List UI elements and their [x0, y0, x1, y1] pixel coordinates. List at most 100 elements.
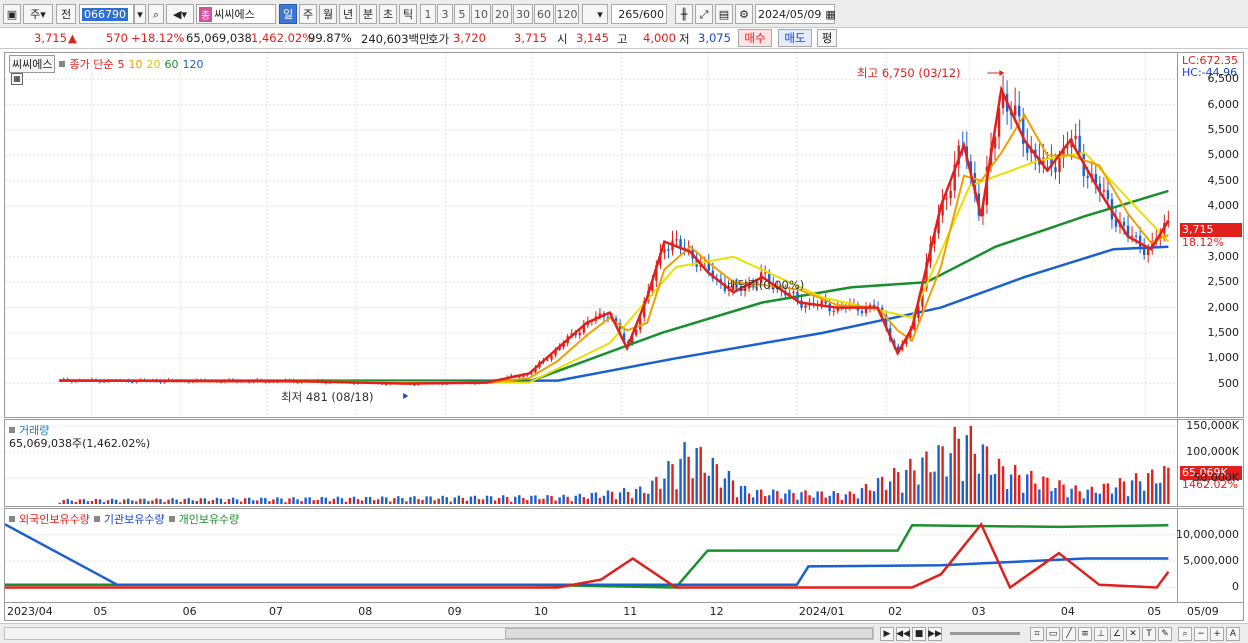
interval-60-button[interactable]: 60: [534, 4, 554, 24]
count-field[interactable]: 265/600: [611, 4, 667, 24]
zoom-out-icon[interactable]: −: [1194, 627, 1208, 641]
stock-name-field[interactable]: 종 씨씨에스: [196, 4, 276, 24]
buy-button[interactable]: 매수: [738, 29, 772, 47]
volume-bar: [514, 496, 517, 504]
holdings-axis[interactable]: 10,000,000 5,000,000 0: [1176, 508, 1244, 603]
text-tool-icon[interactable]: T: [1142, 627, 1156, 641]
volume-bar: [284, 502, 287, 504]
period-week-button[interactable]: 주: [299, 4, 317, 24]
volume-bar: [876, 478, 880, 504]
speaker-icon[interactable]: ◀▾: [166, 4, 194, 24]
ruler-tool-icon[interactable]: ⊥: [1094, 627, 1108, 641]
volume-legend-marker-icon: [9, 427, 15, 433]
interval-3-button[interactable]: 3: [437, 4, 453, 24]
volume-bar: [699, 446, 702, 504]
edit-tool-icon[interactable]: ✎: [1158, 627, 1172, 641]
legend-marker-icon: [59, 61, 66, 67]
volume-bar: [461, 498, 465, 504]
date-axis-label: 06: [182, 605, 197, 618]
code-dropdown-icon[interactable]: ▾: [134, 4, 146, 24]
period-tick-button[interactable]: 틱: [399, 4, 417, 24]
current-price-pct: 18.12%: [1182, 236, 1224, 249]
interval-30-button[interactable]: 30: [513, 4, 533, 24]
sell-button[interactable]: 매도: [778, 29, 812, 47]
legend-ma-5[interactable]: 5: [117, 58, 124, 71]
trend-tool-icon[interactable]: ▭: [1046, 627, 1060, 641]
grid-toggle-icon[interactable]: ▦: [11, 73, 23, 85]
legend-foreign[interactable]: 외국인보유수량: [19, 511, 90, 527]
auto-scale-icon[interactable]: A: [1226, 627, 1240, 641]
crosshair-icon[interactable]: ⌗: [1030, 627, 1044, 641]
chart-area[interactable]: 씨씨에스 종가 단순 5 10 20 60 120 ▦ 최고 6,750 (03…: [4, 52, 1244, 623]
period-minute-button[interactable]: 분: [359, 4, 377, 24]
volume-bar: [252, 500, 255, 504]
volume-bar: [1155, 483, 1158, 504]
volume-bar: [457, 495, 461, 504]
search-icon[interactable]: ⌕: [148, 4, 164, 24]
interval-custom-dropdown[interactable]: ▾: [582, 4, 608, 24]
settings-icon[interactable]: ⚙: [735, 4, 753, 24]
date-field[interactable]: 2024/05/09 ▦: [755, 4, 836, 24]
candle-type-icon[interactable]: ╫: [675, 4, 693, 24]
zoom-in-icon[interactable]: +: [1210, 627, 1224, 641]
volume-bar: [832, 491, 835, 504]
legend-ma-60[interactable]: 60: [164, 58, 178, 71]
price-chart[interactable]: [5, 53, 1177, 417]
legend-ma-10[interactable]: 10: [128, 58, 142, 71]
volume-bar: [812, 497, 815, 504]
prev-button[interactable]: 전: [56, 4, 76, 24]
volume-bar: [542, 498, 545, 504]
volume-value: 65,069,038: [186, 31, 252, 45]
zoom-slider[interactable]: [950, 632, 1020, 635]
legend-ma-120[interactable]: 120: [182, 58, 203, 71]
price-pane[interactable]: 씨씨에스 종가 단순 5 10 20 60 120 ▦ 최고 6,750 (03…: [4, 52, 1178, 418]
volume-bar: [227, 499, 231, 504]
period-second-button[interactable]: 초: [379, 4, 397, 24]
volume-bar: [884, 489, 888, 504]
main-toggle-button[interactable]: 주 ▾: [23, 4, 53, 24]
chart-scrollbar[interactable]: [4, 627, 874, 640]
volume-axis[interactable]: 65,069K 1462.02% 150,000K 100,000K 50,000K: [1178, 419, 1244, 507]
draw-tool-icon[interactable]: ⤢: [695, 4, 713, 24]
volume-bar: [332, 498, 336, 504]
period-day-button[interactable]: 일: [279, 4, 297, 24]
volume-bar: [501, 495, 505, 504]
stock-code-input[interactable]: 066790: [79, 4, 134, 24]
scroll-right-icon[interactable]: ▶: [880, 627, 894, 641]
legend-stock-name[interactable]: 씨씨에스: [9, 55, 56, 73]
volume-bar: [1001, 466, 1005, 504]
stop-icon[interactable]: ■: [912, 627, 926, 641]
period-month-button[interactable]: 월: [319, 4, 337, 24]
volume-bar: [582, 497, 586, 504]
legend-ma-20[interactable]: 20: [146, 58, 160, 71]
volume-bar: [485, 495, 489, 504]
avg-button[interactable]: 평: [817, 29, 837, 47]
rewind-icon[interactable]: ◀◀: [896, 627, 910, 641]
interval-10-button[interactable]: 10: [471, 4, 491, 24]
fibo-tool-icon[interactable]: ≡: [1078, 627, 1092, 641]
interval-5-button[interactable]: 5: [454, 4, 470, 24]
erase-tool-icon[interactable]: ✕: [1126, 627, 1140, 641]
interval-120-button[interactable]: 120: [555, 4, 579, 24]
angle-tool-icon[interactable]: ∠: [1110, 627, 1124, 641]
fast-forward-icon[interactable]: ▶▶: [928, 627, 942, 641]
volume-bar: [635, 488, 638, 504]
volume-bar: [473, 495, 477, 504]
price-axis[interactable]: LC:672.35 HC:-44.96 3,715 18.12% 6,500 6,…: [1178, 52, 1244, 418]
volume-pane[interactable]: 거래량 65,069,038주(1,462.02%): [4, 419, 1178, 507]
interval-1-button[interactable]: 1: [420, 4, 436, 24]
save-icon[interactable]: ▤: [715, 4, 733, 24]
volume-chart[interactable]: [5, 420, 1177, 506]
holdings-pane[interactable]: 외국인보유수량 기관보유수량 개인보유수량: [4, 508, 1178, 603]
zoom-search-icon[interactable]: ⌕: [1178, 627, 1192, 641]
interval-20-button[interactable]: 20: [492, 4, 512, 24]
scrollbar-thumb[interactable]: [505, 628, 873, 639]
legend-institution[interactable]: 기관보유수량: [104, 511, 165, 527]
legend-individual[interactable]: 개인보유수량: [179, 511, 240, 527]
line-tool-icon[interactable]: ╱: [1062, 627, 1076, 641]
layout-icon[interactable]: ▣: [3, 4, 21, 24]
volume-bar: [449, 501, 452, 504]
period-year-button[interactable]: 년: [339, 4, 357, 24]
volume-bar: [312, 500, 315, 504]
legend-ma-type[interactable]: 종가 단순: [69, 56, 113, 72]
